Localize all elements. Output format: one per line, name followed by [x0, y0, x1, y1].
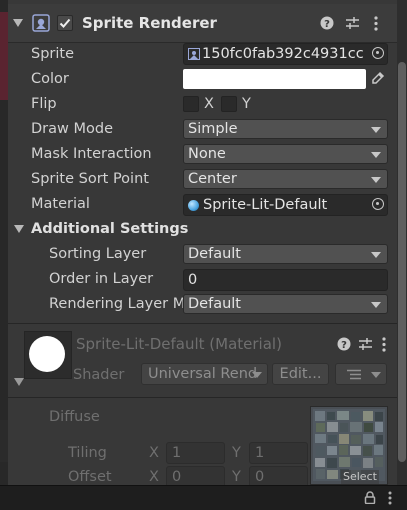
material-sphere-icon: [188, 200, 199, 211]
chevron-down-icon: [252, 372, 262, 378]
inspector-scrollbar-thumb[interactable]: [398, 62, 406, 462]
sorting-layer-label: Sorting Layer: [49, 246, 147, 262]
sprite-label: Sprite: [31, 46, 75, 62]
list-icon: [347, 369, 361, 380]
tiling-y-label: Y: [232, 445, 241, 461]
hierarchy-edge-block: [0, 420, 8, 462]
material-divider: [8, 397, 397, 398]
offset-y-label: Y: [232, 469, 241, 485]
offset-x-label: X: [149, 469, 159, 485]
material-preset-icon[interactable]: [358, 337, 373, 351]
texture-select-label[interactable]: Select: [341, 470, 379, 484]
additional-settings-title[interactable]: Additional Settings: [31, 219, 188, 239]
flip-x-label: X: [204, 96, 214, 112]
tiling-x-label: X: [149, 445, 159, 461]
more-options-icon[interactable]: [373, 16, 379, 31]
sorting-layer-dropdown[interactable]: Default: [183, 244, 388, 264]
shader-edit-button[interactable]: Edit...: [272, 363, 329, 385]
svg-text:?: ?: [324, 19, 330, 30]
mask-interaction-label: Mask Interaction: [31, 146, 152, 162]
chevron-down-icon: [371, 152, 381, 158]
mask-interaction-dropdown[interactable]: None: [183, 144, 388, 164]
sprite-sort-point-dropdown[interactable]: Center: [183, 169, 388, 189]
material-picker-icon[interactable]: [372, 198, 384, 210]
status-more-icon[interactable]: [387, 491, 393, 505]
hierarchy-selected-tint: [0, 12, 8, 100]
shader-value: Universal Rend: [148, 366, 258, 382]
help-icon[interactable]: ?: [320, 16, 334, 30]
rendering-layer-label: Rendering Layer M: [49, 296, 183, 312]
sorting-layer-value: Default: [188, 246, 241, 262]
inspector-panel: Sprite Renderer ? Sprite 150fc0fab392c49…: [8, 0, 397, 488]
material-help-icon[interactable]: ?: [337, 337, 351, 351]
shader-list-dropdown[interactable]: [335, 363, 387, 385]
material-more-options-icon[interactable]: [381, 337, 387, 352]
shader-dropdown[interactable]: Universal Rend: [141, 363, 268, 385]
component-divider: [8, 323, 397, 324]
rendering-layer-value: Default: [188, 296, 241, 312]
preset-icon[interactable]: [345, 16, 360, 30]
rendering-layer-dropdown[interactable]: Default: [183, 294, 388, 314]
sprite-sort-point-label: Sprite Sort Point: [31, 171, 149, 187]
flip-label: Flip: [31, 96, 57, 112]
flip-y-label: Y: [242, 96, 251, 112]
material-preview-sphere: [29, 336, 65, 372]
material-field[interactable]: Sprite-Lit-Default: [183, 194, 388, 216]
sprite-field[interactable]: 150fc0fab392c4931cc: [183, 43, 388, 65]
order-in-layer-label: Order in Layer: [49, 271, 154, 287]
material-foldout-icon[interactable]: [14, 378, 24, 386]
sprite-picker-icon[interactable]: [372, 47, 384, 59]
shader-label: Shader: [73, 367, 125, 383]
chevron-down-icon: [371, 372, 381, 378]
sprite-renderer-icon: [32, 14, 50, 32]
tiling-label: Tiling: [68, 445, 107, 461]
material-label: Material: [31, 196, 90, 212]
status-bar: [0, 485, 407, 510]
component-foldout-icon[interactable]: [13, 19, 23, 27]
hierarchy-edge-strip: [0, 0, 8, 485]
sprite-asset-icon: [188, 48, 200, 60]
lock-icon[interactable]: [364, 491, 376, 504]
material-preview-frame: [24, 331, 72, 379]
color-label: Color: [31, 71, 69, 87]
tiling-y-input[interactable]: 1: [249, 442, 308, 464]
draw-mode-label: Draw Mode: [31, 121, 113, 137]
eyedropper-icon[interactable]: [371, 71, 385, 85]
component-title: Sprite Renderer: [82, 14, 217, 32]
svg-text:?: ?: [341, 340, 347, 351]
color-swatch[interactable]: [183, 69, 366, 89]
chevron-down-icon: [371, 252, 381, 258]
sprite-sort-point-value: Center: [188, 171, 237, 187]
order-in-layer-input[interactable]: 0: [183, 269, 388, 291]
component-header[interactable]: Sprite Renderer ?: [8, 4, 397, 43]
flip-y-checkbox[interactable]: [221, 96, 237, 112]
sprite-value: 150fc0fab392c4931cc: [202, 46, 364, 62]
component-enabled-checkbox[interactable]: [57, 15, 73, 31]
chevron-down-icon: [371, 127, 381, 133]
diffuse-label: Diffuse: [49, 409, 100, 425]
offset-label: Offset: [68, 469, 112, 485]
chevron-down-icon: [371, 177, 381, 183]
diffuse-texture-slot[interactable]: Select: [310, 406, 388, 485]
material-value: Sprite-Lit-Default: [203, 197, 328, 213]
draw-mode-dropdown[interactable]: Simple: [183, 119, 388, 139]
draw-mode-value: Simple: [188, 121, 238, 137]
material-panel-title: Sprite-Lit-Default (Material): [76, 335, 282, 353]
tiling-x-input[interactable]: 1: [166, 442, 225, 464]
additional-settings-foldout-icon[interactable]: [14, 225, 24, 233]
mask-interaction-value: None: [188, 146, 226, 162]
flip-x-checkbox[interactable]: [183, 96, 199, 112]
chevron-down-icon: [371, 302, 381, 308]
